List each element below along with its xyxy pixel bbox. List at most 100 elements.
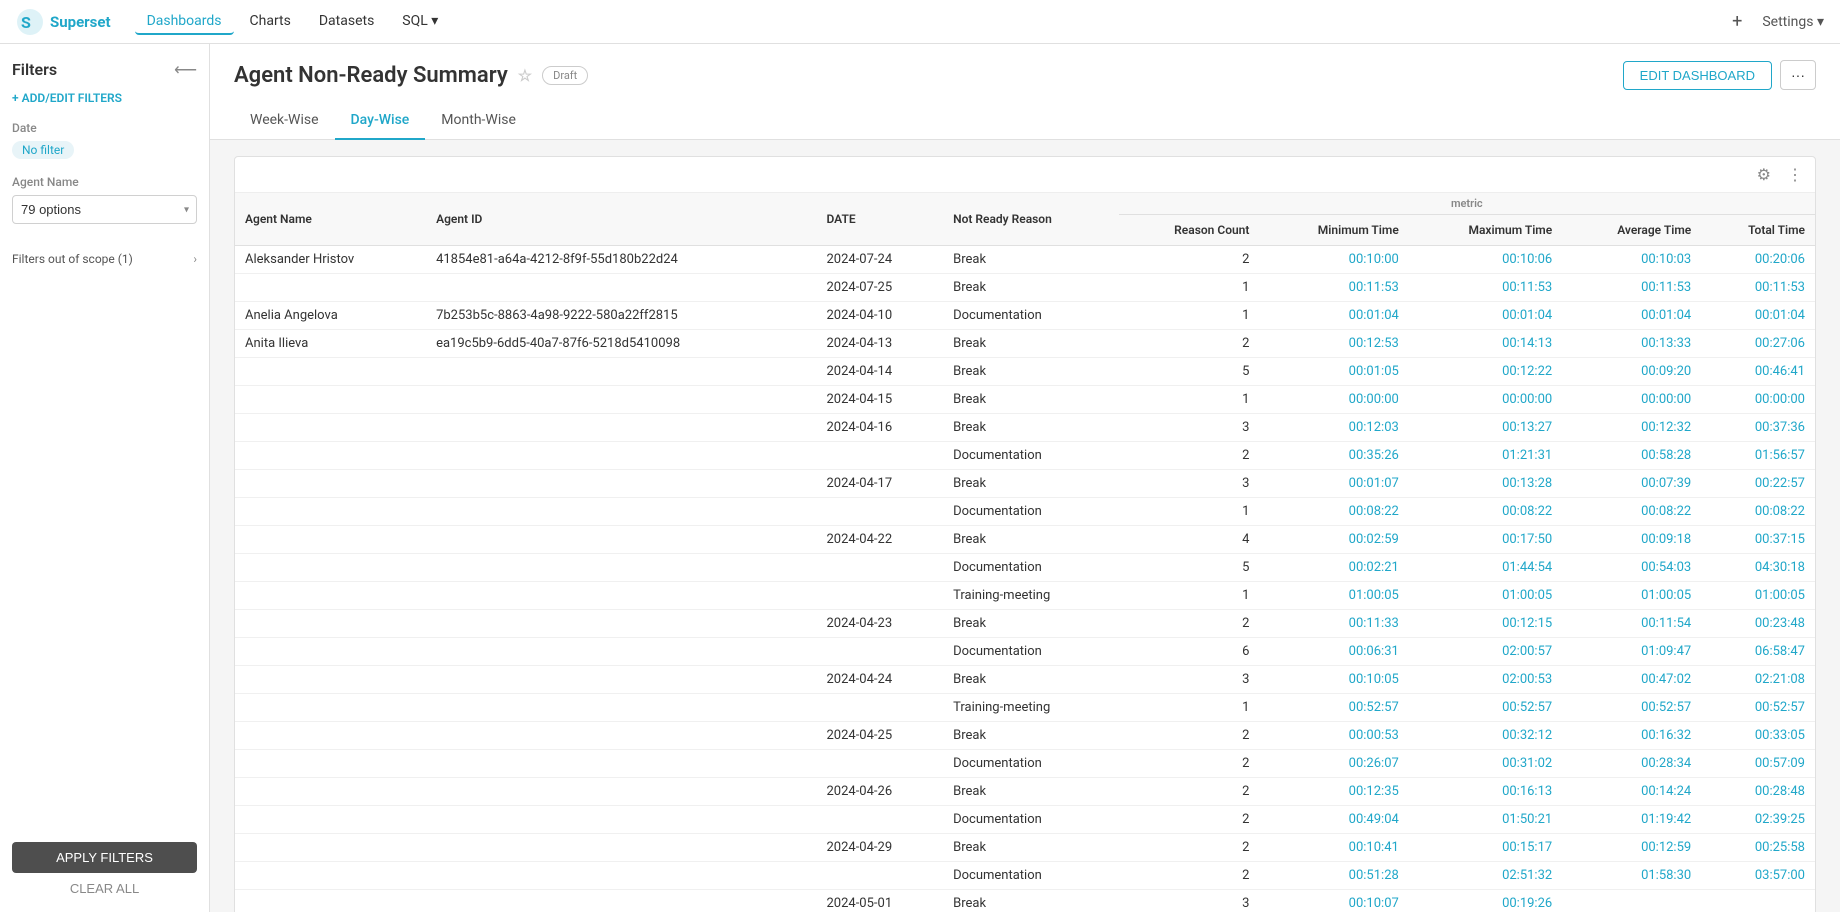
- time-cell: 00:58:28: [1562, 442, 1701, 470]
- cell: [235, 806, 426, 834]
- nav-charts[interactable]: Charts: [238, 9, 303, 35]
- cell: Break: [943, 414, 1119, 442]
- time-cell: 01:00:05: [1409, 582, 1562, 610]
- cell: Break: [943, 330, 1119, 358]
- time-cell: 00:20:06: [1701, 246, 1815, 274]
- nav-dashboards[interactable]: Dashboards: [135, 9, 234, 35]
- data-table-container: ⚙ ⋮ Agent Name Agent ID DATE Not Ready R…: [234, 156, 1816, 912]
- table-row: Aleksander Hristov41854e81-a64a-4212-8f9…: [235, 246, 1815, 274]
- cell: [235, 778, 426, 806]
- time-cell: 00:37:15: [1701, 526, 1815, 554]
- tab-day-wise[interactable]: Day-Wise: [335, 102, 426, 140]
- table-toolbar: ⚙ ⋮: [235, 157, 1815, 193]
- time-cell: 00:12:53: [1259, 330, 1408, 358]
- cell: [426, 526, 816, 554]
- cell: [426, 582, 816, 610]
- time-cell: 00:52:57: [1562, 694, 1701, 722]
- tab-month-wise[interactable]: Month-Wise: [425, 102, 532, 140]
- tab-week-wise[interactable]: Week-Wise: [234, 102, 335, 140]
- cell: [426, 610, 816, 638]
- time-cell: 01:50:21: [1409, 806, 1562, 834]
- cell: [235, 862, 426, 890]
- time-cell: 00:33:05: [1701, 722, 1815, 750]
- date-filter-badge[interactable]: No filter: [12, 141, 74, 159]
- logo[interactable]: S Superset: [16, 8, 111, 36]
- time-cell: 00:12:32: [1562, 414, 1701, 442]
- nav-sql[interactable]: SQL ▾: [390, 9, 450, 35]
- count-cell: 2: [1119, 862, 1260, 890]
- cell: 2024-04-22: [816, 526, 943, 554]
- edit-dashboard-button[interactable]: EDIT DASHBOARD: [1623, 61, 1772, 90]
- cell: 41854e81-a64a-4212-8f9f-55d180b22d24: [426, 246, 816, 274]
- more-options-button[interactable]: ···: [1780, 60, 1816, 90]
- count-cell: 6: [1119, 638, 1260, 666]
- cell: [816, 498, 943, 526]
- table-row: 2024-05-01Break300:10:0700:19:26: [235, 890, 1815, 912]
- time-cell: 00:10:00: [1259, 246, 1408, 274]
- clear-all-button[interactable]: CLEAR ALL: [12, 881, 197, 896]
- cell: 2024-04-13: [816, 330, 943, 358]
- cell: [235, 442, 426, 470]
- cell: [426, 358, 816, 386]
- count-cell: 3: [1119, 470, 1260, 498]
- time-cell: 00:00:00: [1562, 386, 1701, 414]
- sidebar-header: Filters ⟵: [12, 60, 197, 79]
- table-row: Documentation200:26:0700:31:0200:28:3400…: [235, 750, 1815, 778]
- count-cell: 1: [1119, 386, 1260, 414]
- table-row: 2024-04-16Break300:12:0300:13:2700:12:32…: [235, 414, 1815, 442]
- nav-links: Dashboards Charts Datasets SQL ▾: [135, 9, 451, 35]
- cell: [235, 666, 426, 694]
- cell: [235, 834, 426, 862]
- cell: [235, 470, 426, 498]
- col-agent-id: Agent ID: [426, 193, 816, 246]
- add-edit-filters-button[interactable]: + ADD/EDIT FILTERS: [12, 91, 197, 105]
- agent-name-select[interactable]: 79 options: [12, 195, 197, 224]
- favorite-star-icon[interactable]: ☆: [518, 66, 532, 85]
- settings-button[interactable]: Settings ▾: [1762, 14, 1824, 30]
- count-cell: 3: [1119, 890, 1260, 912]
- add-button[interactable]: +: [1724, 7, 1750, 36]
- dashboard-actions: EDIT DASHBOARD ···: [1623, 60, 1816, 90]
- cell: [426, 498, 816, 526]
- cell: [426, 694, 816, 722]
- main-layout: Filters ⟵ + ADD/EDIT FILTERS Date No fil…: [0, 44, 1840, 912]
- time-cell: 00:08:22: [1701, 498, 1815, 526]
- time-cell: 00:01:04: [1701, 302, 1815, 330]
- cell: [426, 722, 816, 750]
- agent-name-select-wrapper: 79 options ▾: [12, 195, 197, 224]
- table-row: Documentation600:06:3102:00:5701:09:4706…: [235, 638, 1815, 666]
- apply-filters-button[interactable]: APPLY FILTERS: [12, 842, 197, 873]
- nav-datasets[interactable]: Datasets: [307, 9, 386, 35]
- time-cell: 00:16:32: [1562, 722, 1701, 750]
- time-cell: 00:10:05: [1259, 666, 1408, 694]
- count-cell: 3: [1119, 666, 1260, 694]
- time-cell: 00:12:03: [1259, 414, 1408, 442]
- cell: ea19c5b9-6dd5-40a7-87f6-5218d5410098: [426, 330, 816, 358]
- count-cell: 4: [1119, 526, 1260, 554]
- time-cell: 00:28:48: [1701, 778, 1815, 806]
- time-cell: 00:51:28: [1259, 862, 1408, 890]
- filters-out-scope-button[interactable]: Filters out of scope (1) ›: [12, 248, 197, 270]
- cell: Training-meeting: [943, 582, 1119, 610]
- time-cell: 00:13:27: [1409, 414, 1562, 442]
- count-cell: 5: [1119, 358, 1260, 386]
- time-cell: 00:10:03: [1562, 246, 1701, 274]
- view-tabs: Week-Wise Day-Wise Month-Wise: [234, 102, 1816, 139]
- time-cell: 00:01:05: [1259, 358, 1408, 386]
- table-row: 2024-04-22Break400:02:5900:17:5000:09:18…: [235, 526, 1815, 554]
- cell: [816, 694, 943, 722]
- cell: [235, 750, 426, 778]
- cell: Break: [943, 666, 1119, 694]
- more-toolbar-icon[interactable]: ⋮: [1783, 163, 1807, 186]
- cell: [235, 414, 426, 442]
- table-row: Documentation500:02:2101:44:5400:54:0304…: [235, 554, 1815, 582]
- filter-toolbar-icon[interactable]: ⚙: [1753, 163, 1775, 186]
- dashboard-title-group: Agent Non-Ready Summary ☆ Draft: [234, 63, 588, 88]
- time-cell: 00:00:00: [1409, 386, 1562, 414]
- sidebar-collapse-button[interactable]: ⟵: [174, 60, 197, 79]
- date-filter-label: Date: [12, 121, 197, 135]
- time-cell: 01:00:05: [1562, 582, 1701, 610]
- time-cell: 00:01:04: [1259, 302, 1408, 330]
- time-cell: 00:11:53: [1701, 274, 1815, 302]
- cell: [235, 358, 426, 386]
